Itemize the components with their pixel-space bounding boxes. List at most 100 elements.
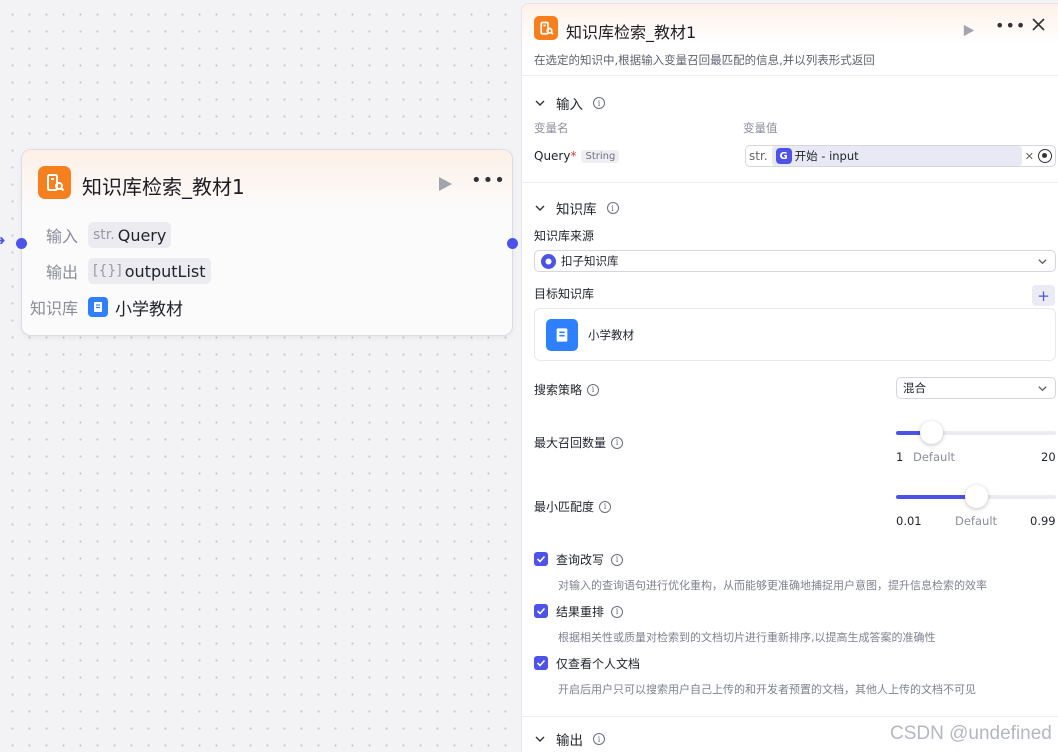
node-input-port[interactable]	[16, 238, 27, 249]
node-output-port[interactable]	[507, 238, 518, 249]
slider-handle[interactable]	[965, 485, 988, 508]
kb-source-select[interactable]: 扣子知识库	[534, 250, 1056, 272]
max-recall-max: 20	[1041, 450, 1056, 464]
more-options-icon[interactable]: •••	[471, 170, 506, 191]
output-section-title: 输出	[556, 733, 583, 749]
rerank-checkbox[interactable]	[534, 604, 548, 618]
close-icon[interactable]	[1032, 16, 1045, 36]
target-icon[interactable]	[1038, 149, 1052, 163]
knowledge-node-icon	[38, 166, 71, 199]
panel-title[interactable]: 知识库检索_教材1	[566, 19, 696, 43]
query-var-row: Query * String	[534, 149, 620, 163]
chevron-down-icon	[1038, 259, 1047, 265]
input-section-header[interactable]: 输入 i	[534, 93, 605, 113]
kb-section-title: 知识库	[556, 202, 597, 218]
info-icon[interactable]: i	[611, 605, 624, 618]
reference-chip[interactable]: G 开始 - input	[771, 146, 1022, 166]
array-object-type-icon: [{}]	[93, 263, 122, 279]
personal-docs-label: 仅查看个人文档	[556, 655, 640, 672]
col-var-value: 变量值	[743, 121, 778, 135]
node-kb-row: 知识库 小学教材	[22, 294, 183, 320]
knowledge-node-icon	[534, 16, 558, 40]
required-mark: *	[570, 149, 577, 163]
kb-source-label: 知识库来源	[534, 229, 595, 243]
max-recall-slider[interactable]	[896, 421, 1056, 444]
min-match-min: 0.01	[896, 514, 922, 528]
node-output-value: outputList	[124, 261, 206, 281]
chevron-down-icon	[535, 205, 545, 211]
add-kb-button[interactable]: +	[1032, 285, 1055, 306]
slider-handle[interactable]	[920, 421, 944, 444]
watermark: CSDN @undefined	[890, 723, 1052, 744]
info-icon[interactable]: i	[599, 500, 612, 513]
min-match-default: Default	[955, 514, 998, 528]
document-icon	[546, 318, 578, 351]
col-var-name: 变量名	[534, 121, 569, 135]
personal-docs-text: 仅查看个人文档	[556, 657, 641, 671]
kb-section-header[interactable]: 知识库 i	[534, 198, 619, 218]
node-input-value: Query	[117, 225, 167, 245]
document-icon	[88, 297, 108, 317]
run-node-icon[interactable]	[438, 176, 453, 196]
search-strategy-value: 混合	[903, 381, 926, 395]
target-kb-label: 目标知识库	[534, 287, 595, 301]
more-options-icon[interactable]: •••	[995, 16, 1026, 35]
start-node-icon: G	[775, 148, 792, 164]
check-icon	[536, 659, 546, 667]
query-rewrite-label: 查询改写 i	[556, 551, 624, 568]
rerank-text: 结果重排	[556, 605, 605, 619]
variable-reference-field[interactable]: str. G 开始 - input ✕	[745, 145, 1056, 167]
reference-value: 开始 - input	[794, 149, 859, 163]
query-rewrite-checkbox[interactable]	[534, 552, 548, 566]
check-icon	[536, 555, 546, 563]
min-match-text: 最小匹配度	[534, 500, 595, 514]
min-match-max: 0.99	[1030, 514, 1056, 528]
str-type-icon: str.	[93, 227, 115, 243]
personal-docs-checkbox[interactable]	[534, 656, 548, 670]
var-type-badge: String	[581, 149, 620, 163]
min-match-slider[interactable]	[896, 485, 1056, 508]
edge-arrow-icon: ➜	[0, 233, 6, 249]
node-config-panel: 知识库检索_教材1 ••• 在选定的知识中,根据输入变量召回最匹配的信息,并以列…	[521, 3, 1058, 752]
max-recall-default: Default	[913, 450, 956, 464]
slider-fill	[896, 495, 976, 499]
node-kb-label: 知识库	[29, 299, 78, 318]
info-icon[interactable]: i	[593, 97, 605, 109]
node-kb-value: 小学教材	[115, 299, 183, 320]
chevron-down-icon	[1038, 386, 1047, 392]
rerank-desc: 根据相关性或质量对检索到的文档切片进行重新排序,以提高生成答案的准确性	[558, 631, 936, 644]
node-input-tag: str. Query	[88, 222, 172, 248]
node-output-label: 输出	[45, 263, 78, 282]
info-icon[interactable]: i	[587, 383, 600, 396]
panel-header: 知识库检索_教材1 ••• 在选定的知识中,根据输入变量召回最匹配的信息,并以列…	[522, 4, 1058, 76]
kb-card[interactable]: 小学教材	[534, 308, 1056, 361]
panel-description: 在选定的知识中,根据输入变量召回最匹配的信息,并以列表形式返回	[534, 53, 875, 67]
query-rewrite-text: 查询改写	[556, 553, 605, 567]
query-rewrite-desc: 对输入的查询语句进行优化重构，从而能够更准确地捕捉用户意图，提升信息检索的效率	[558, 579, 987, 592]
max-recall-min: 1	[896, 450, 904, 464]
kb-source-value: 扣子知识库	[561, 254, 619, 268]
chevron-down-icon	[535, 100, 545, 106]
node-title: 知识库检索_教材1	[82, 175, 245, 199]
info-icon[interactable]: i	[606, 202, 619, 214]
min-match-label: 最小匹配度 i	[534, 498, 612, 515]
coze-logo-icon	[541, 253, 556, 269]
personal-docs-desc: 开启后用户只可以搜索用户自己上传的和开发者预置的文档，其他人上传的文档不可见	[558, 683, 976, 696]
check-icon	[536, 607, 546, 615]
node-input-label: 输入	[45, 227, 78, 246]
output-section-header[interactable]: 输出 i	[534, 729, 605, 749]
node-output-tag: [{}] outputList	[88, 258, 211, 284]
divider	[522, 182, 1058, 183]
info-icon[interactable]: i	[593, 733, 605, 745]
str-type-icon: str.	[749, 149, 768, 163]
search-strategy-text: 搜索策略	[534, 383, 583, 397]
info-icon[interactable]: i	[611, 436, 624, 449]
info-icon[interactable]: i	[611, 553, 624, 566]
query-var-name: Query	[534, 149, 571, 163]
search-strategy-label: 搜索策略 i	[534, 381, 600, 398]
knowledge-retrieval-node[interactable]: 知识库检索_教材1 ••• 输入 str. Query 输出 [{}] outp…	[21, 149, 513, 336]
rerank-label: 结果重排 i	[556, 603, 624, 620]
clear-icon[interactable]: ✕	[1025, 150, 1034, 163]
search-strategy-select[interactable]: 混合	[896, 377, 1056, 399]
run-node-icon[interactable]	[963, 22, 975, 41]
